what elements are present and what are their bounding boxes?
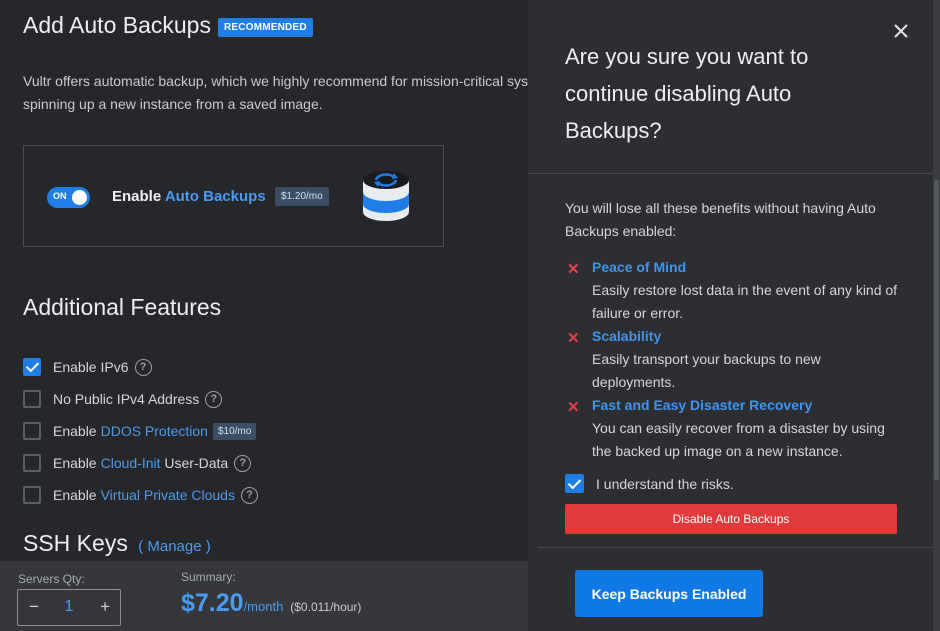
benefit-title: Peace of Mind [592, 259, 687, 275]
understand-risks-checkbox[interactable] [565, 474, 584, 493]
feature-item[interactable]: Enable IPv6? [23, 351, 258, 383]
increase-qty-button[interactable]: + [100, 597, 110, 617]
feature-label: Enable [53, 455, 97, 471]
feature-checkbox[interactable] [23, 358, 41, 376]
order-summary-bar: Servers Qty: − 1 + Summary: $7.20/month … [0, 561, 528, 631]
additional-features-title: Additional Features [23, 294, 222, 320]
close-icon[interactable] [892, 22, 910, 40]
enable-prefix: Enable [112, 188, 162, 205]
benefit-item: ✕ Peace of Mind Easily restore lost data i… [565, 256, 905, 325]
dialog-intro: You will lose all these benefits without… [565, 200, 876, 239]
disable-backups-dialog: Are you sure you want to continue disabl… [528, 0, 940, 631]
database-backup-icon [363, 171, 409, 221]
understand-risks-row[interactable]: I understand the risks. [565, 474, 734, 493]
quantity-stepper: − 1 + [17, 589, 121, 626]
benefits-list: ✕ Peace of Mind Easily restore lost data i… [565, 256, 905, 463]
features-list: Enable IPv6? No Public IPv4 Address? Enabl… [23, 351, 258, 511]
monthly-price: $7.20 [181, 589, 244, 617]
ssh-keys-title: SSH Keys ( Manage ) [23, 530, 211, 557]
benefit-description: Easily transport your backups to new dep… [592, 351, 821, 390]
help-icon[interactable]: ? [234, 454, 252, 472]
recommended-badge: RECOMMENDED [218, 18, 313, 37]
ssh-keys-label: SSH Keys [23, 530, 128, 556]
enable-auto-backups-label: Enable Auto Backups [112, 188, 266, 205]
dialog-scrollbar[interactable] [933, 0, 940, 631]
benefit-description: You can easily recover from a disaster b… [592, 420, 885, 459]
feature-link[interactable]: DDOS Protection [101, 423, 208, 439]
feature-checkbox[interactable] [23, 486, 41, 504]
manage-ssh-keys-link[interactable]: ( Manage ) [138, 538, 211, 555]
dialog-title: Are you sure you want to continue disabl… [565, 44, 809, 143]
feature-item[interactable]: No Public IPv4 Address? [23, 383, 258, 415]
help-icon[interactable]: ? [134, 358, 152, 376]
auto-backups-toggle[interactable]: ON [47, 187, 90, 208]
hourly-price: ($0.011/hour) [290, 600, 362, 614]
disable-auto-backups-button[interactable]: Disable Auto Backups [565, 504, 897, 534]
benefit-item: ✕ Fast and Easy Disaster Recovery You can … [565, 394, 905, 463]
benefit-description: Easily restore lost data in the event of… [592, 282, 898, 321]
feature-item[interactable]: Enable DDOS Protection $10/mo [23, 415, 258, 447]
description-line-2: spinning up a new instance from a saved … [23, 96, 323, 112]
feature-label: No Public IPv4 Address [53, 391, 200, 407]
auto-backups-description: Vultr offers automatic backup, which we … [23, 70, 528, 116]
feature-price-badge: $10/mo [212, 422, 257, 440]
help-icon[interactable]: ? [205, 390, 223, 408]
x-mark-icon: ✕ [567, 399, 580, 416]
feature-link[interactable]: Virtual Private Clouds [101, 487, 235, 503]
description-line-1: Vultr offers automatic backup, which we … [23, 73, 528, 89]
toggle-on-label: ON [53, 191, 67, 201]
feature-label-suffix: User-Data [160, 455, 229, 471]
understand-risks-label: I understand the risks. [596, 475, 734, 492]
feature-link[interactable]: Cloud-Init [101, 455, 161, 471]
summary-price: $7.20/month ($0.011/hour) [181, 589, 361, 618]
auto-backups-price-badge: $1.20/mo [275, 187, 329, 206]
x-mark-icon: ✕ [567, 330, 580, 347]
auto-backups-link[interactable]: Auto Backups [165, 188, 266, 205]
dialog-footer-divider [538, 547, 940, 548]
auto-backups-title: Add Auto Backups [23, 12, 211, 38]
dialog-divider [528, 173, 940, 174]
feature-label: Enable IPv6 [53, 359, 129, 375]
scrollbar-thumb[interactable] [934, 180, 939, 480]
feature-item[interactable]: Enable Virtual Private Clouds? [23, 479, 258, 511]
keep-backups-enabled-button[interactable]: Keep Backups Enabled [575, 570, 763, 617]
auto-backups-card: ON Enable Auto Backups $1.20/mo [23, 145, 444, 247]
deploy-options-panel: Add Auto Backups RECOMMENDED Vultr offer… [0, 0, 528, 631]
price-period: /month [243, 599, 284, 614]
feature-checkbox[interactable] [23, 390, 41, 408]
benefit-title: Scalability [592, 328, 662, 344]
benefit-item: ✕ Scalability Easily transport your backup… [565, 325, 905, 394]
feature-label: Enable [53, 423, 97, 439]
feature-item[interactable]: Enable Cloud-Init User-Data? [23, 447, 258, 479]
summary-label: Summary: [181, 570, 236, 584]
help-icon[interactable]: ? [240, 486, 258, 504]
feature-checkbox[interactable] [23, 422, 41, 440]
feature-label: Enable [53, 487, 97, 503]
toggle-knob [72, 190, 87, 205]
benefit-title: Fast and Easy Disaster Recovery [592, 397, 813, 413]
x-mark-icon: ✕ [567, 261, 580, 278]
servers-qty-label: Servers Qty: [18, 572, 85, 586]
feature-checkbox[interactable] [23, 454, 41, 472]
